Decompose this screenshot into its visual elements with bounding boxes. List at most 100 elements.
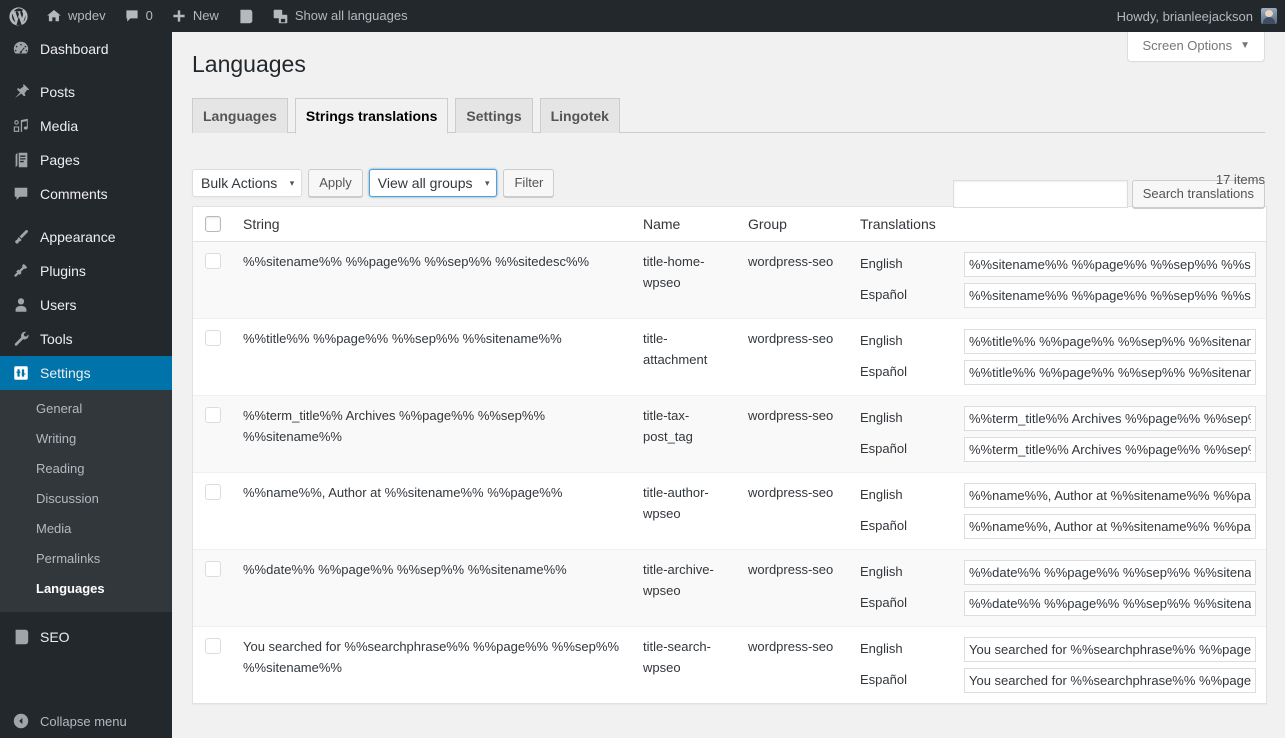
- table-header-row: String Name Group Translations: [193, 207, 1266, 242]
- sidebar-item-users[interactable]: Users: [0, 288, 172, 322]
- translation-language-label: English: [860, 254, 964, 275]
- chevron-down-icon: ▾: [485, 179, 490, 188]
- comments-icon: [12, 185, 40, 203]
- collapse-menu-button[interactable]: Collapse menu: [0, 704, 172, 738]
- media-icon: [12, 117, 40, 135]
- column-header-name[interactable]: Name: [633, 207, 738, 242]
- sidebar-subitem-discussion[interactable]: Discussion: [0, 484, 172, 514]
- translation-input[interactable]: [964, 252, 1256, 277]
- cell-group: wordpress-seo: [738, 472, 850, 549]
- row-select-checkbox[interactable]: [205, 330, 221, 346]
- tools-icon: [12, 330, 40, 348]
- translation-input[interactable]: [964, 637, 1256, 662]
- translation-row: English: [860, 560, 1256, 585]
- comments-count: 0: [146, 0, 153, 32]
- sort-string-link[interactable]: String: [243, 216, 280, 232]
- users-icon: [12, 296, 40, 314]
- translation-language-label: English: [860, 562, 964, 583]
- select-all-checkbox[interactable]: [205, 216, 221, 232]
- sidebar-subitem-general[interactable]: General: [0, 394, 172, 424]
- sidebar-subitem-media[interactable]: Media: [0, 514, 172, 544]
- translation-input[interactable]: [964, 514, 1256, 539]
- tab-languages[interactable]: Languages: [192, 98, 288, 133]
- translation-row: Español: [860, 283, 1256, 308]
- main-content: Screen Options ▼ Languages Languages Str…: [172, 32, 1285, 738]
- my-account-menu[interactable]: Howdy, brianleejackson: [1117, 0, 1285, 32]
- show-all-languages-label: Show all languages: [295, 0, 408, 32]
- sort-group-link[interactable]: Group: [748, 216, 787, 232]
- sidebar-item-label: Appearance: [40, 220, 116, 254]
- cell-string: %%date%% %%page%% %%sep%% %%sitename%%: [233, 549, 633, 626]
- tab-settings[interactable]: Settings: [455, 98, 532, 133]
- howdy-label: Howdy, brianleejackson: [1117, 9, 1261, 24]
- sidebar-item-appearance[interactable]: Appearance: [0, 220, 172, 254]
- sidebar-item-media[interactable]: Media: [0, 109, 172, 143]
- sidebar-subitem-reading[interactable]: Reading: [0, 454, 172, 484]
- sidebar-subitem-languages[interactable]: Languages: [0, 574, 172, 604]
- cell-translations: EnglishEspañol: [850, 472, 1266, 549]
- sort-name-link[interactable]: Name: [643, 216, 680, 232]
- cell-string: %%sitename%% %%page%% %%sep%% %%sitedesc…: [233, 242, 633, 318]
- translation-row: Español: [860, 668, 1256, 693]
- translation-input[interactable]: [964, 283, 1256, 308]
- sidebar-item-settings[interactable]: Settings: [0, 356, 172, 390]
- translation-input[interactable]: [964, 437, 1256, 462]
- translation-language-label: English: [860, 639, 964, 660]
- comments-menu[interactable]: 0: [115, 0, 162, 32]
- row-select-checkbox[interactable]: [205, 638, 221, 654]
- filter-button[interactable]: Filter: [503, 169, 554, 197]
- sidebar-item-label: Tools: [40, 322, 73, 356]
- sidebar-item-comments[interactable]: Comments: [0, 177, 172, 211]
- table-row: %%title%% %%page%% %%sep%% %%sitename%%t…: [193, 318, 1266, 395]
- show-all-languages-menu[interactable]: Show all languages: [263, 0, 417, 32]
- sidebar-item-dashboard[interactable]: Dashboard: [0, 32, 172, 66]
- tab-strings-translations[interactable]: Strings translations: [295, 98, 448, 134]
- translation-list: EnglishEspañol: [860, 483, 1256, 539]
- row-select-checkbox[interactable]: [205, 253, 221, 269]
- table-row: %%sitename%% %%page%% %%sep%% %%sitedesc…: [193, 242, 1266, 318]
- row-select-checkbox[interactable]: [205, 484, 221, 500]
- row-select-checkbox[interactable]: [205, 407, 221, 423]
- chevron-down-icon: ▼: [1240, 41, 1250, 51]
- translation-row: English: [860, 406, 1256, 431]
- site-name-menu[interactable]: wpdev: [37, 0, 115, 32]
- tab-lingotek[interactable]: Lingotek: [540, 98, 620, 133]
- menu-separator: [0, 66, 172, 75]
- translation-input[interactable]: [964, 360, 1256, 385]
- view-groups-select[interactable]: View all groups ▾: [369, 169, 498, 197]
- translation-input[interactable]: [964, 591, 1256, 616]
- wp-logo-menu[interactable]: [0, 0, 37, 32]
- collapse-arrow-icon: [12, 712, 40, 730]
- cell-name: title-tax-post_tag: [633, 395, 738, 472]
- translation-input[interactable]: [964, 406, 1256, 431]
- sidebar-item-seo[interactable]: SEO: [0, 620, 172, 654]
- translation-row: Español: [860, 437, 1256, 462]
- yoast-seo-menu[interactable]: [228, 0, 263, 32]
- screen-options-button[interactable]: Screen Options ▼: [1127, 32, 1265, 62]
- translation-row: English: [860, 329, 1256, 354]
- bulk-actions-select[interactable]: Bulk Actions ▾: [192, 169, 302, 197]
- translation-input[interactable]: [964, 329, 1256, 354]
- column-header-group[interactable]: Group: [738, 207, 850, 242]
- appearance-icon: [12, 228, 40, 246]
- sidebar-subitem-permalinks[interactable]: Permalinks: [0, 544, 172, 574]
- translation-language-label: English: [860, 331, 964, 352]
- new-content-menu[interactable]: New: [162, 0, 228, 32]
- translation-input[interactable]: [964, 668, 1256, 693]
- column-header-string[interactable]: String: [233, 207, 633, 242]
- apply-button[interactable]: Apply: [308, 169, 363, 197]
- avatar: [1261, 8, 1277, 24]
- sidebar-item-label: Users: [40, 288, 77, 322]
- sidebar-item-plugins[interactable]: Plugins: [0, 254, 172, 288]
- sidebar-item-tools[interactable]: Tools: [0, 322, 172, 356]
- sidebar-subitem-writing[interactable]: Writing: [0, 424, 172, 454]
- translation-input[interactable]: [964, 560, 1256, 585]
- cell-name: title-author-wpseo: [633, 472, 738, 549]
- pages-icon: [12, 151, 40, 169]
- sidebar-item-posts[interactable]: Posts: [0, 75, 172, 109]
- yoast-seo-icon: [237, 8, 254, 25]
- translation-input[interactable]: [964, 483, 1256, 508]
- sidebar-item-label: Media: [40, 109, 78, 143]
- row-select-checkbox[interactable]: [205, 561, 221, 577]
- sidebar-item-pages[interactable]: Pages: [0, 143, 172, 177]
